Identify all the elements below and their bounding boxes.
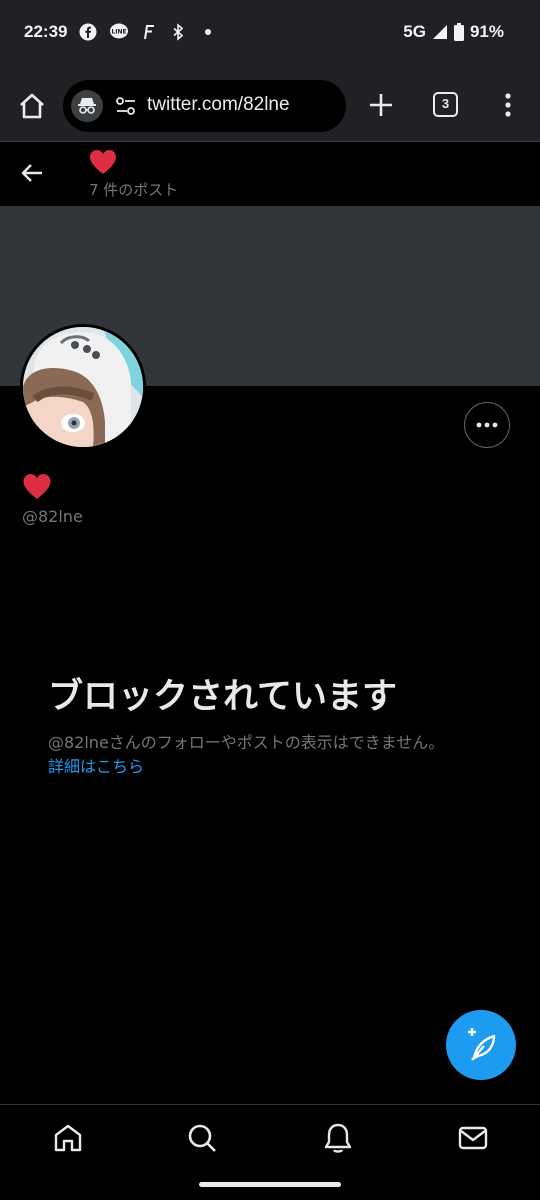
- status-left: 22:39 LINE: [24, 22, 217, 42]
- home-icon: [52, 1122, 84, 1154]
- signal-icon: [432, 24, 448, 40]
- blocked-description: @82lneさんのフォローやポストの表示はできません。: [48, 733, 445, 752]
- blocked-title: ブロックされています: [48, 677, 397, 717]
- home-icon: [16, 90, 48, 122]
- nav-search-button[interactable]: [186, 1122, 218, 1154]
- browser-toolbar: twitter.com/82lne 3: [0, 70, 540, 142]
- arrow-left-icon: [20, 160, 46, 186]
- home-button[interactable]: [16, 90, 48, 122]
- avatar[interactable]: [20, 324, 146, 450]
- profile-handle: @82lne: [22, 507, 83, 526]
- notifications-icon: [322, 1122, 354, 1154]
- tab-switcher-button[interactable]: 3: [433, 92, 458, 117]
- compose-post-button[interactable]: [446, 1010, 516, 1080]
- post-count: 7 件のポスト: [89, 181, 179, 199]
- dot-icon: [199, 23, 217, 41]
- compose-feather-icon: [446, 1010, 516, 1080]
- network-type: 5G: [403, 22, 426, 41]
- system-gesture-area: [0, 1170, 540, 1200]
- display-name-heart-icon: [22, 473, 52, 500]
- bluetooth-icon: [169, 23, 187, 41]
- back-button[interactable]: [20, 160, 46, 186]
- address-bar[interactable]: twitter.com/82lne: [63, 80, 346, 132]
- learn-more-link[interactable]: 詳細はこちら: [48, 753, 144, 777]
- nav-messages-button[interactable]: [457, 1122, 489, 1154]
- status-right: 5G 91%: [403, 22, 504, 42]
- more-horiz-icon: [465, 403, 509, 447]
- heart-emoji-icon: [89, 149, 117, 175]
- line-icon: LINE: [109, 23, 129, 41]
- facebook-icon: [79, 23, 97, 41]
- incognito-icon: [71, 90, 103, 122]
- nav-notifications-button[interactable]: [322, 1122, 354, 1154]
- nav-home-button[interactable]: [52, 1122, 84, 1154]
- status-time: 22:39: [24, 22, 68, 41]
- bottom-nav: [0, 1104, 540, 1170]
- gesture-handle[interactable]: [199, 1182, 341, 1187]
- status-bar: 22:39 LINE 5G 91%: [0, 0, 540, 70]
- new-tab-icon: [366, 90, 396, 120]
- more-vert-icon[interactable]: [498, 90, 518, 120]
- battery-percent: 91%: [469, 22, 504, 41]
- profile-header: 7 件のポスト: [0, 143, 540, 206]
- search-icon: [186, 1122, 218, 1154]
- new-tab-button[interactable]: [366, 90, 396, 120]
- battery-icon: [453, 23, 464, 41]
- more-options-button[interactable]: [464, 402, 510, 448]
- svg-text:LINE: LINE: [112, 29, 127, 36]
- f-app-icon: [139, 23, 157, 41]
- messages-icon: [457, 1122, 489, 1154]
- site-settings-icon[interactable]: [115, 96, 137, 116]
- url-text[interactable]: twitter.com/82lne: [147, 94, 290, 116]
